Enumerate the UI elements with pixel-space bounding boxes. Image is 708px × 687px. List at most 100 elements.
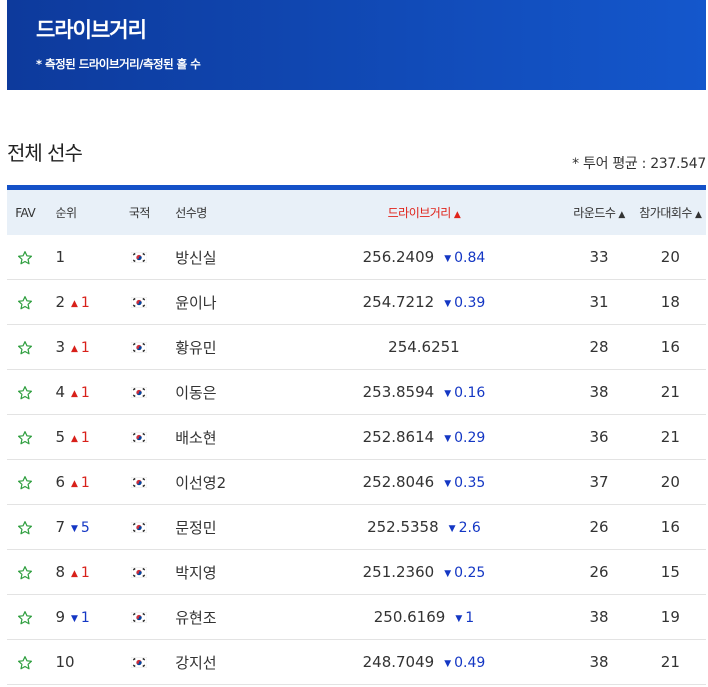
header-events-sort[interactable]: 참가대회수 ▲ (635, 204, 706, 221)
sort-arrow-icon: ▲ (694, 210, 702, 220)
drive-change-arrow-icon: ▼ (444, 479, 452, 489)
player-name-link[interactable]: 강지선 (163, 652, 284, 673)
korea-flag-icon (131, 297, 148, 308)
rank-value: 5 (55, 428, 65, 446)
drive-change: ▼ 2.6 (449, 520, 481, 536)
player-name-link[interactable]: 배소현 (163, 427, 284, 448)
drive-change: ▼ 0.29 (444, 430, 485, 446)
rank-value: 2 (55, 293, 65, 311)
table-row: 5 ▲ 1 배소현 252.8614 ▼ 0.29 36 21 (7, 415, 706, 460)
star-outline-icon (18, 475, 33, 489)
player-name: 문정민 (175, 518, 217, 537)
drive-change-value: 0.39 (454, 295, 486, 311)
favorite-button[interactable] (7, 608, 43, 626)
header-drive-sort[interactable]: 드라이브거리 ▲ (285, 204, 564, 221)
events-value: 16 (660, 338, 680, 356)
events-value: 21 (660, 428, 680, 446)
player-name: 이동은 (175, 383, 217, 402)
page-banner: 드라이브거리 * 측정된 드라이브거리/측정된 홀 수 (7, 0, 706, 90)
player-name: 강지선 (175, 653, 217, 672)
player-name: 황유민 (175, 338, 217, 357)
tour-average: * 투어 평균 : 237.547 (572, 156, 706, 172)
events-value: 20 (660, 473, 680, 491)
rank-change: ▲ 1 (71, 295, 90, 311)
favorite-button[interactable] (7, 248, 43, 266)
banner-subtitle: * 측정된 드라이브거리/측정된 홀 수 (36, 57, 201, 71)
events-value: 19 (660, 608, 680, 626)
drive-distance-value: 254.7212 (362, 293, 435, 311)
drive-change-value: 0.35 (454, 475, 486, 491)
rank-change-value: 1 (80, 475, 90, 491)
favorite-button[interactable] (7, 338, 43, 356)
header-rounds-sort[interactable]: 라운드수 ▲ (563, 204, 634, 221)
drive-distance-value: 256.2409 (362, 248, 435, 266)
rounds-value: 36 (589, 428, 609, 446)
player-name: 유현조 (175, 608, 217, 627)
table-row: 1 방신실 256.2409 ▼ 0.84 33 20 (7, 235, 706, 280)
events-value: 20 (660, 248, 680, 266)
drive-distance-value: 253.8594 (362, 383, 435, 401)
events-value: 18 (660, 293, 680, 311)
events-value: 21 (660, 383, 680, 401)
rank-change-value: 1 (80, 565, 90, 581)
rounds-value: 37 (589, 473, 609, 491)
events-value: 15 (660, 563, 680, 581)
header-nationality: 국적 (128, 206, 151, 220)
favorite-button[interactable] (7, 653, 43, 671)
star-outline-icon (18, 340, 33, 354)
rank-change: ▲ 1 (71, 340, 90, 356)
rank-change-arrow-icon: ▲ (70, 479, 78, 489)
rounds-value: 26 (589, 518, 609, 536)
favorite-button[interactable] (7, 293, 43, 311)
drive-change-value: 0.49 (454, 655, 486, 671)
favorite-button[interactable] (7, 383, 43, 401)
korea-flag-icon (131, 387, 148, 398)
rank-change-value: 1 (80, 610, 90, 626)
favorite-button[interactable] (7, 473, 43, 491)
drive-change: ▼ 0.35 (444, 475, 485, 491)
banner-title: 드라이브거리 (36, 18, 147, 42)
player-name: 박지영 (175, 563, 217, 582)
events-value: 21 (660, 653, 680, 671)
star-outline-icon (18, 430, 33, 444)
korea-flag-icon (131, 252, 148, 263)
drive-change-arrow-icon: ▼ (444, 254, 452, 264)
drive-change-arrow-icon: ▼ (444, 434, 452, 444)
drive-change-value: 0.84 (454, 250, 486, 266)
korea-flag-icon (131, 567, 148, 578)
drive-change-arrow-icon: ▼ (444, 299, 452, 309)
player-name-link[interactable]: 방신실 (163, 247, 284, 268)
star-outline-icon (18, 520, 33, 534)
korea-flag-icon (131, 432, 148, 443)
player-name-link[interactable]: 이선영2 (163, 472, 284, 493)
player-name-link[interactable]: 유현조 (163, 607, 284, 628)
table-row: 2 ▲ 1 윤이나 254.7212 ▼ 0.39 31 18 (7, 280, 706, 325)
drive-distance-value: 250.6169 (373, 608, 446, 626)
table-row: 10 강지선 248.7049 ▼ 0.49 38 21 (7, 640, 706, 685)
table-body: 1 방신실 256.2409 ▼ 0.84 33 20 2 ▲ 1 윤이나 25… (7, 235, 706, 685)
favorite-button[interactable] (7, 518, 43, 536)
rank-change-arrow-icon: ▲ (70, 434, 78, 444)
player-name-link[interactable]: 문정민 (163, 517, 284, 538)
drive-change-value: 0.25 (454, 565, 486, 581)
player-name-link[interactable]: 이동은 (163, 382, 284, 403)
rank-value: 9 (55, 608, 65, 626)
player-name: 윤이나 (175, 293, 217, 312)
drive-change-value: 0.16 (454, 385, 486, 401)
star-outline-icon (18, 385, 33, 399)
drive-change: ▼ 1 (455, 610, 474, 626)
favorite-button[interactable] (7, 563, 43, 581)
drive-change-arrow-icon: ▼ (444, 659, 452, 669)
table-row: 6 ▲ 1 이선영2 252.8046 ▼ 0.35 37 20 (7, 460, 706, 505)
table-row: 7 ▼ 5 문정민 252.5358 ▼ 2.6 26 16 (7, 505, 706, 550)
player-name-link[interactable]: 황유민 (163, 337, 284, 358)
drive-distance-value: 248.7049 (362, 653, 435, 671)
header-rank: 순위 (55, 206, 77, 220)
player-name-link[interactable]: 박지영 (163, 562, 284, 583)
rank-change-value: 1 (80, 340, 90, 356)
player-name-link[interactable]: 윤이나 (163, 292, 284, 313)
favorite-button[interactable] (7, 428, 43, 446)
rank-change-arrow-icon: ▼ (70, 524, 78, 534)
drive-distance-value: 252.8614 (362, 428, 435, 446)
korea-flag-icon (131, 342, 148, 353)
